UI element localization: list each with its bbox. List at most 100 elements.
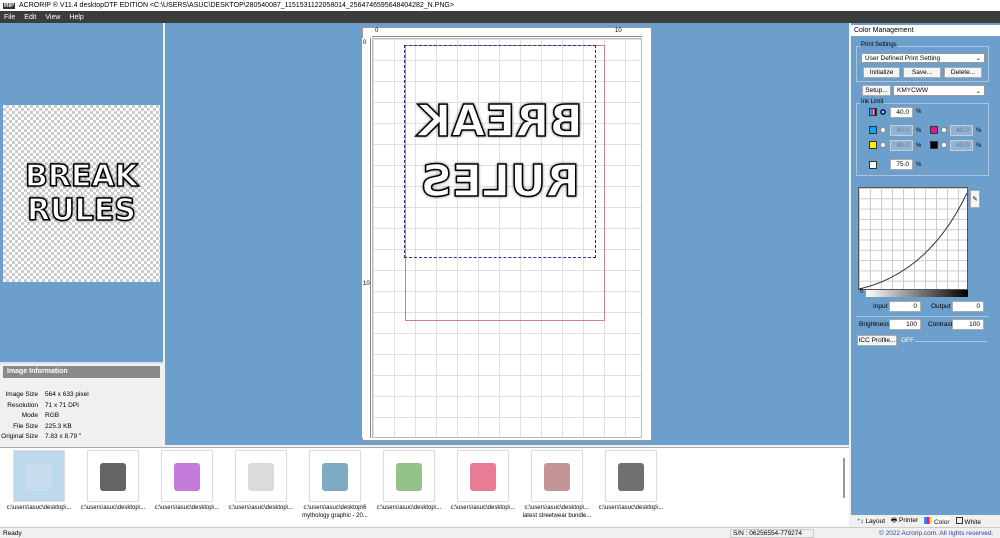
setup-button[interactable]: Setup... bbox=[862, 85, 891, 96]
thumbnail-label[interactable]: c:\users\asuc\desktop\... bbox=[149, 504, 225, 512]
tab-printer[interactable]: 🖶 Printer bbox=[891, 516, 918, 527]
thumbnail[interactable] bbox=[531, 450, 583, 502]
thumbnail-label[interactable]: c:\users\asuc\desktop\... latest streetwe… bbox=[519, 504, 595, 520]
panel-title: Color Management bbox=[851, 25, 1000, 36]
tab-layout[interactable]: ⁺↕ Layout bbox=[857, 517, 885, 525]
artwork-line1: BREAK bbox=[24, 158, 138, 194]
thumbnail[interactable] bbox=[235, 450, 287, 502]
save-button[interactable]: Save... bbox=[903, 67, 941, 78]
thumbnail-name: latest streetwear bundle... bbox=[522, 513, 592, 519]
thumbnail-path: c:\users\asuc\desktop\... bbox=[524, 505, 590, 511]
thumbnail[interactable] bbox=[13, 450, 65, 502]
tab-label: Layout bbox=[865, 518, 886, 525]
cyan-limit-input[interactable]: 40.0 bbox=[890, 125, 913, 136]
yellow-radio[interactable] bbox=[880, 142, 886, 148]
tab-color[interactable]: Color bbox=[924, 516, 950, 526]
vertical-ruler: 0 10 bbox=[362, 38, 371, 438]
thumbnail[interactable] bbox=[309, 450, 361, 502]
cyan-radio[interactable] bbox=[880, 127, 886, 133]
thumbnail-image bbox=[618, 463, 644, 491]
thumbnail-path: c:\users\asuc\desktop\... bbox=[80, 505, 146, 511]
thumbnail-label[interactable]: c:\users\asuc\desktop\... bbox=[1, 504, 77, 512]
ruler-tick: 0 bbox=[363, 40, 367, 46]
input-field[interactable]: 0 bbox=[889, 301, 921, 312]
thumbnail[interactable] bbox=[87, 450, 139, 502]
icc-state: OFF bbox=[901, 337, 914, 344]
thumbnail-path: c:\users\asuc\desktop\... bbox=[154, 505, 220, 511]
info-row: Resolution 71 x 71 DPI bbox=[0, 402, 163, 409]
app-icon: RIP bbox=[3, 2, 16, 9]
thumbnail[interactable] bbox=[383, 450, 435, 502]
input-label: Input bbox=[873, 303, 888, 310]
image-info-header: Image Information bbox=[3, 366, 160, 378]
thumbnail-label[interactable]: c:\users\asuc\desktop\... bbox=[593, 504, 669, 512]
channel-value: KMYCWW bbox=[897, 87, 929, 94]
black-limit-input[interactable]: 40.0 bbox=[950, 140, 973, 151]
thumbnail-label[interactable]: c:\users\asuc\desktop\6 mythology graphic… bbox=[297, 504, 373, 520]
info-row: Original Size 7.83 x 8.79 " bbox=[0, 433, 163, 440]
artwork: BREAK RULES bbox=[3, 105, 160, 282]
total-radio[interactable] bbox=[880, 109, 886, 115]
thumbnail-path: c:\users\asuc\desktop\... bbox=[6, 505, 72, 511]
curve-channel-button[interactable]: ✎ bbox=[970, 190, 980, 208]
ink-limit-label: Ink Limit bbox=[860, 99, 885, 105]
yellow-limit-input[interactable]: 40.0 bbox=[890, 140, 913, 151]
curve-zero-label: 0 bbox=[860, 289, 864, 295]
info-value: 71 x 71 DPI bbox=[45, 401, 79, 409]
menu-file[interactable]: File bbox=[4, 14, 15, 21]
thumbnail-label[interactable]: c:\users\asuc\desktop\... bbox=[223, 504, 299, 512]
thumbnail-image bbox=[100, 463, 126, 491]
magenta-radio[interactable] bbox=[941, 127, 947, 133]
black-radio[interactable] bbox=[941, 142, 947, 148]
contrast-field[interactable]: 100 bbox=[952, 319, 984, 330]
thumbnail-image bbox=[26, 463, 52, 491]
thumbnail-name: mythology graphic - 20... bbox=[302, 513, 368, 519]
tone-curve[interactable] bbox=[858, 187, 968, 290]
magenta-limit-input[interactable]: 40.0 bbox=[950, 125, 973, 136]
output-field[interactable]: 0 bbox=[952, 301, 984, 312]
selected-image[interactable]: BREAK RULES bbox=[404, 45, 596, 258]
thumbnail[interactable] bbox=[605, 450, 657, 502]
print-setting-select[interactable]: User Defined Print Setting ⌄ bbox=[861, 53, 985, 63]
tab-white[interactable]: White bbox=[955, 516, 981, 526]
icc-profile-button[interactable]: ICC Profile... bbox=[857, 335, 897, 346]
delete-button[interactable]: Delete... bbox=[944, 67, 982, 78]
white-swatch bbox=[869, 161, 877, 169]
info-row: Image Size 564 x 633 pixel bbox=[0, 391, 163, 398]
thumbnail-label[interactable]: c:\users\asuc\desktop\... bbox=[445, 504, 521, 512]
menu-edit[interactable]: Edit bbox=[24, 14, 36, 21]
menu-view[interactable]: View bbox=[45, 14, 60, 21]
print-setting-value: User Defined Print Setting bbox=[865, 54, 941, 62]
thumbnail-label[interactable]: c:\users\asuc\desktop\... bbox=[371, 504, 447, 512]
chevron-down-icon: ⌄ bbox=[975, 87, 981, 95]
thumbnail-path: c:\users\asuc\desktop\... bbox=[450, 505, 516, 511]
thumbnail[interactable] bbox=[457, 450, 509, 502]
horizontal-ruler: 0 10 bbox=[372, 28, 642, 37]
thumbnail-path: c:\users\asuc\desktop\... bbox=[376, 505, 442, 511]
ruler-tick: 10 bbox=[363, 281, 370, 287]
tab-label: Printer bbox=[898, 516, 919, 524]
thumbnail-scrollbar[interactable] bbox=[843, 458, 845, 498]
info-row: Mode RGB bbox=[0, 412, 163, 419]
menu-help[interactable]: Help bbox=[69, 14, 83, 21]
image-preview: BREAK RULES bbox=[3, 105, 160, 282]
layout-icon: ⁺↕ bbox=[857, 518, 864, 525]
info-value: 564 x 633 pixel bbox=[45, 391, 89, 398]
all-inks-icon bbox=[869, 108, 877, 116]
info-value: 225.3 KB bbox=[45, 422, 72, 430]
white-limit-input[interactable]: 75.0 bbox=[890, 159, 913, 170]
channel-select[interactable]: KMYCWW ⌄ bbox=[893, 85, 985, 96]
serial-number: S/N : 06256554-779274 bbox=[730, 529, 814, 538]
thumbnail-image bbox=[396, 463, 422, 491]
thumbnail-label[interactable]: c:\users\asuc\desktop\... bbox=[75, 504, 151, 512]
total-limit-input[interactable]: 40.0 bbox=[890, 107, 913, 118]
pencil-icon: ✎ bbox=[972, 196, 978, 203]
menu-bar: File Edit View Help bbox=[0, 11, 1000, 23]
brightness-field[interactable]: 100 bbox=[889, 319, 921, 330]
status-bar: Ready S/N : 06256554-779274 © 2022 Acror… bbox=[0, 527, 1000, 538]
thumbnail[interactable] bbox=[161, 450, 213, 502]
copyright: © 2022 Acrorip.com. All rights reserved. bbox=[879, 530, 994, 537]
artwork-line1: BREAK bbox=[416, 95, 583, 148]
initialize-button[interactable]: Initialize bbox=[863, 67, 900, 78]
info-key: Resolution bbox=[7, 401, 38, 409]
